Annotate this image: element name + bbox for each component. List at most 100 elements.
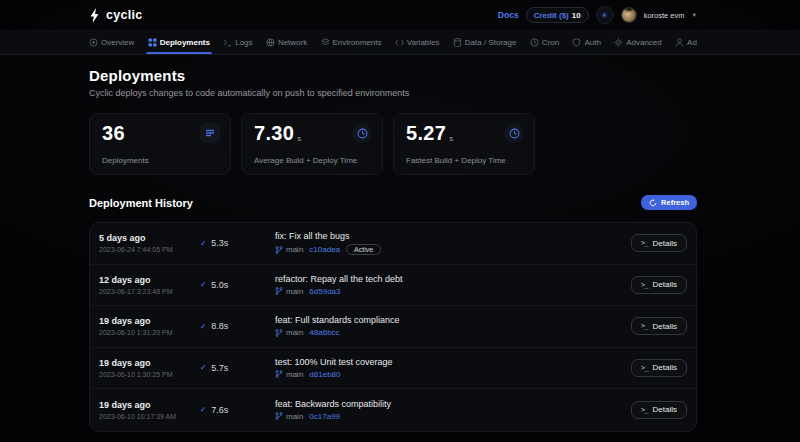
check-icon: ✓	[200, 239, 206, 248]
tab-cron[interactable]: Cron	[530, 30, 559, 54]
deploy-timestamp: 2023-06-24 7:44:05 PM	[99, 246, 200, 253]
brand-logo[interactable]: cyclic	[89, 8, 143, 23]
commit-hash-link[interactable]: 6d59da3	[309, 287, 340, 296]
deployment-row: 19 days ago 2023-06-10 1:30:25 PM ✓ 5.7s…	[90, 348, 696, 390]
branch: main	[275, 412, 303, 421]
commit-message: test: 100% Unit test coverage	[275, 357, 631, 367]
check-icon: ✓	[200, 405, 206, 414]
page-title: Deployments	[89, 67, 697, 84]
tab-overview[interactable]: Overview	[89, 30, 134, 54]
details-button[interactable]: >_ Details	[631, 234, 687, 252]
status-badge: Active	[346, 244, 381, 255]
deployment-history-panel: 5 days ago 2023-06-24 7:44:05 PM ✓ 5.3s …	[89, 222, 697, 432]
tab-network[interactable]: Network	[266, 30, 307, 54]
branch: main	[275, 370, 303, 379]
deploy-timestamp: 2023-06-17 3:23:48 PM	[99, 288, 200, 295]
variables-icon	[395, 38, 404, 47]
git-branch-icon	[275, 329, 283, 337]
tab-data-storage[interactable]: Data / Storage	[453, 30, 517, 54]
details-button[interactable]: >_ Details	[631, 359, 687, 377]
check-icon: ✓	[200, 322, 206, 331]
details-button[interactable]: >_ Details	[631, 276, 687, 294]
stat-card-average-time: 7.30 s Average Build + Deploy Time	[241, 113, 383, 175]
commit-message: feat: Backwards compatibility	[275, 399, 631, 409]
clock-icon	[530, 38, 539, 47]
tab-variables[interactable]: Variables	[395, 30, 440, 54]
refresh-icon	[649, 199, 657, 207]
git-branch-icon	[275, 370, 283, 378]
tab-advanced[interactable]: Advanced	[614, 30, 662, 54]
commit-hash-link[interactable]: c10adea	[309, 245, 340, 254]
cyclic-logo-icon	[89, 8, 100, 23]
stat-value: 36	[102, 122, 125, 145]
commit-message: fix: Fix all the bugs	[275, 231, 631, 241]
details-button[interactable]: >_ Details	[631, 401, 687, 419]
person-icon	[675, 38, 684, 47]
check-icon: ✓	[200, 280, 206, 289]
deploy-age: 19 days ago	[99, 400, 200, 410]
terminal-icon: >_	[641, 406, 647, 414]
deploy-duration: 5.3s	[211, 238, 228, 248]
main-content: Deployments Cyclic deploys changes to co…	[89, 67, 697, 432]
stat-label: Average Build + Deploy Time	[254, 156, 357, 165]
commit-hash-link[interactable]: 0c17a99	[309, 412, 340, 421]
network-icon	[266, 38, 275, 47]
deployments-icon	[148, 38, 157, 47]
deploy-stack-icon	[200, 123, 220, 143]
commit-message: refactor: Repay all the tech debt	[275, 274, 631, 284]
tab-logs[interactable]: Logs	[223, 30, 252, 54]
git-branch-icon	[275, 287, 283, 295]
clock-icon	[352, 123, 372, 143]
database-icon	[453, 38, 462, 47]
terminal-icon: >_	[641, 364, 647, 372]
stat-label: Deployments	[102, 156, 149, 165]
deployment-row: 12 days ago 2023-06-17 3:23:48 PM ✓ 5.0s…	[90, 265, 696, 307]
deploy-duration: 5.7s	[211, 363, 228, 373]
tab-auth[interactable]: Auth	[572, 30, 600, 54]
avatar[interactable]	[621, 7, 637, 23]
spark-icon[interactable]: ✳	[596, 6, 614, 24]
stat-card-fastest-time: 5.27 s Fastest Build + Deploy Time	[393, 113, 535, 175]
commit-hash-link[interactable]: 48a6bcc	[309, 328, 339, 337]
credit-button[interactable]: Credit ($) 10	[526, 7, 589, 23]
credit-value: 10	[572, 11, 581, 20]
deployment-row: 19 days ago 2023-06-10 1:31:20 PM ✓ 8.8s…	[90, 306, 696, 348]
gear-icon	[614, 38, 623, 47]
clock-icon	[504, 123, 524, 143]
brand-name: cyclic	[106, 8, 143, 22]
details-button[interactable]: >_ Details	[631, 317, 687, 335]
history-title: Deployment History	[89, 197, 193, 209]
stat-label: Fastest Build + Deploy Time	[406, 156, 506, 165]
deploy-timestamp: 2023-06-10 1:30:25 PM	[99, 371, 200, 378]
deploy-timestamp: 2023-06-10 10:17:39 AM	[99, 413, 200, 420]
commit-hash-link[interactable]: d81eb80	[309, 370, 340, 379]
deploy-age: 19 days ago	[99, 316, 200, 326]
username: koroste evm	[644, 11, 685, 20]
tab-ad[interactable]: Ad	[675, 30, 697, 54]
refresh-button[interactable]: Refresh	[641, 195, 697, 210]
stat-value: 7.30	[254, 122, 294, 145]
git-branch-icon	[275, 246, 283, 254]
branch: main	[275, 287, 303, 296]
stat-card-deployments: 36 Deployments	[89, 113, 231, 175]
git-branch-icon	[275, 412, 283, 420]
top-bar: cyclic Docs Credit ($) 10 ✳ koroste evm …	[0, 0, 800, 30]
chevron-down-icon[interactable]: ▼	[692, 12, 697, 18]
terminal-icon: >_	[641, 281, 647, 289]
terminal-icon: >_	[641, 239, 647, 247]
stats-row: 36 Deployments 7.30 s Average Build + De…	[89, 113, 697, 175]
deploy-age: 19 days ago	[99, 358, 200, 368]
docs-link[interactable]: Docs	[498, 10, 519, 20]
tab-environments[interactable]: Environments	[321, 30, 382, 54]
tab-deployments[interactable]: Deployments	[148, 30, 210, 54]
deploy-timestamp: 2023-06-10 1:31:20 PM	[99, 329, 200, 336]
overview-icon	[89, 38, 98, 47]
deploy-duration: 8.8s	[211, 321, 228, 331]
credit-label: Credit ($)	[534, 11, 569, 20]
deployment-row: 19 days ago 2023-06-10 10:17:39 AM ✓ 7.6…	[90, 389, 696, 431]
page-subtitle: Cyclic deploys changes to code automatic…	[89, 88, 697, 98]
deploy-age: 12 days ago	[99, 275, 200, 285]
check-icon: ✓	[200, 363, 206, 372]
deploy-duration: 5.0s	[211, 280, 228, 290]
branch: main	[275, 328, 303, 337]
